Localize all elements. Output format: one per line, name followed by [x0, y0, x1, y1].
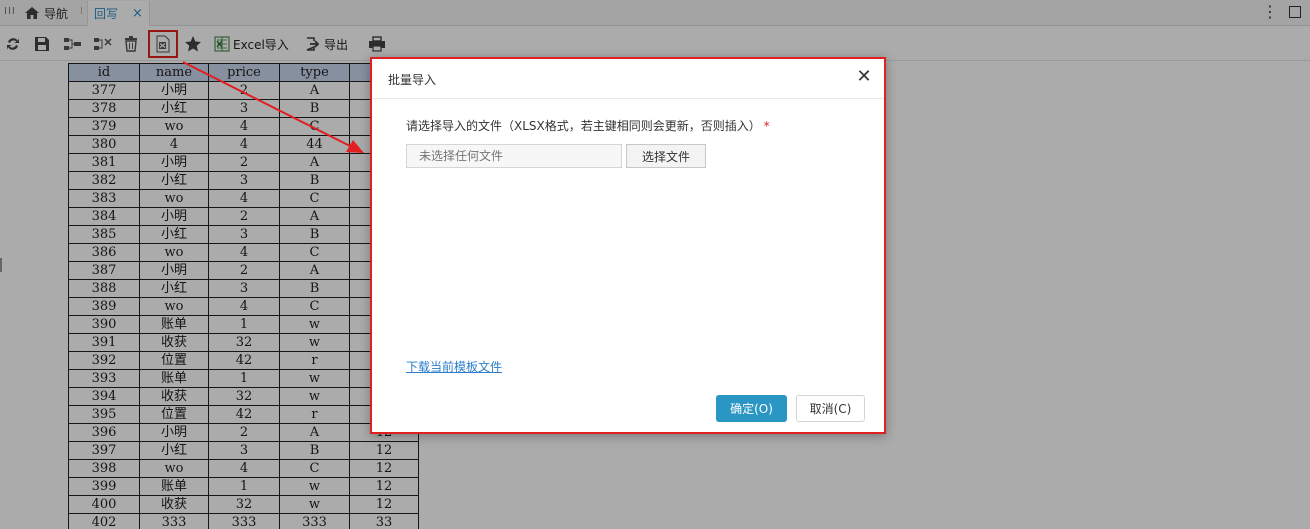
required-mark: * [763, 119, 770, 133]
close-icon[interactable]: ✕ [854, 67, 874, 87]
cancel-button[interactable]: 取消(C) [796, 395, 865, 422]
choose-file-button[interactable]: 选择文件 [626, 144, 706, 168]
file-label-text: 请选择导入的文件（XLSX格式，若主键相同则会更新，否则插入） [406, 119, 761, 133]
dialog-title: 批量导入 [388, 73, 437, 87]
file-path-field[interactable] [406, 144, 622, 168]
ok-button[interactable]: 确定(O) [716, 395, 787, 422]
file-label: 请选择导入的文件（XLSX格式，若主键相同则会更新，否则插入） * [406, 117, 770, 134]
download-template-link[interactable]: 下载当前模板文件 [406, 358, 502, 375]
dialog-header: 批量导入 ✕ [372, 59, 884, 99]
batch-import-dialog: 批量导入 ✕ 请选择导入的文件（XLSX格式，若主键相同则会更新，否则插入） * … [370, 57, 886, 434]
